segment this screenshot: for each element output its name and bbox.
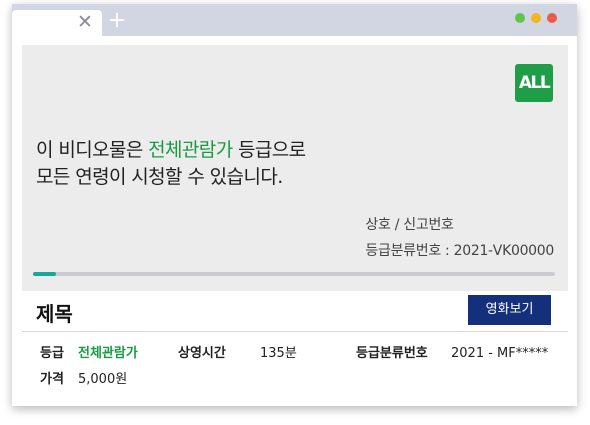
window-dot-yellow[interactable] [531,13,541,23]
progress-bar[interactable] [33,272,555,276]
rating-notice: 이 비디오물은 전체관람가 등급으로 모든 연령이 시청할 수 있습니다. [36,137,396,191]
movie-title: 제목 [36,302,73,326]
rating-label: 등급 [40,346,64,361]
video-meta: 상호 / 신고번호 등급분류번호 : 2021-VK00000 [365,212,554,264]
price-value: 5,000원 [78,372,128,387]
window-dot-green[interactable] [515,13,525,23]
notice-rating-highlight: 전체관람가 [148,139,233,161]
classification-number: 등급분류번호 : 2021-VK00000 [365,243,554,259]
rating-all-badge: ALL [515,64,553,102]
notice-text-pre: 이 비디오물은 [36,139,149,161]
company-registration-label: 상호 / 신고번호 [365,217,454,233]
runtime-label: 상영시간 [178,346,226,361]
classification-value: 2021 - MF***** [451,346,549,361]
rating-value: 전체관람가 [78,346,138,361]
classification-label: 등급분류번호 [356,346,428,361]
divider [22,331,568,332]
browser-window: ✕ + ALL 이 비디오물은 전체관람가 등급으로 모든 연령이 시청할 수 … [12,4,577,406]
notice-line-2: 모든 연령이 시청할 수 있습니다. [36,166,283,188]
window-dot-red[interactable] [547,13,557,23]
progress-fill [33,272,57,276]
plus-icon[interactable]: + [105,9,129,33]
price-label: 가격 [40,372,64,387]
runtime-value: 135분 [260,346,297,361]
video-player[interactable]: ALL 이 비디오물은 전체관람가 등급으로 모든 연령이 시청할 수 있습니다… [22,45,568,291]
tab-bar: ✕ + [12,4,577,36]
watch-movie-button[interactable]: 영화보기 [468,295,551,325]
notice-text-post: 등급으로 [232,139,306,161]
browser-tab[interactable]: ✕ [12,10,102,36]
close-icon[interactable]: ✕ [74,11,96,33]
